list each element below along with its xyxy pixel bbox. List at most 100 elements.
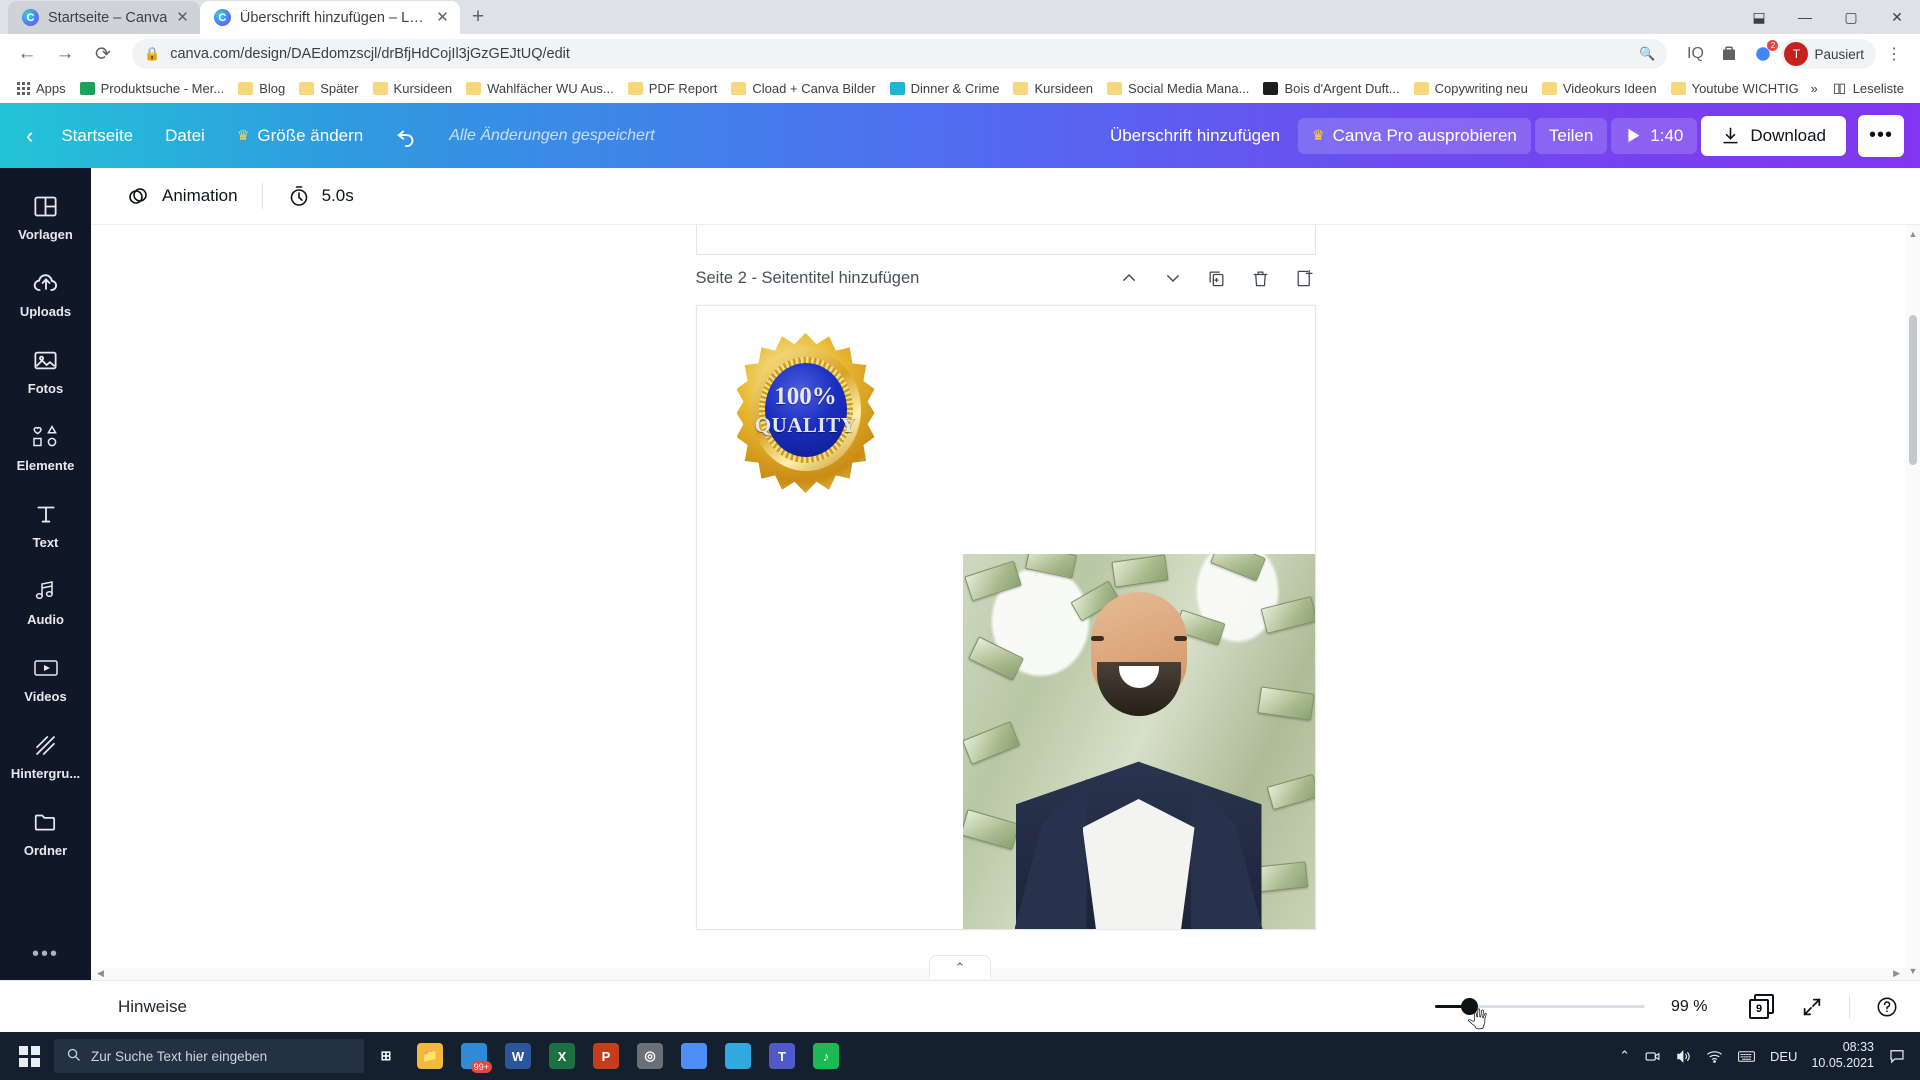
language-indicator[interactable]: DEU [1770, 1049, 1797, 1064]
collapse-notes-panel-button[interactable]: ⌃ [929, 955, 991, 979]
taskbar-app-store[interactable]: 99+ [452, 1032, 496, 1080]
add-page-icon[interactable] [1294, 267, 1316, 289]
taskbar-app-teams[interactable]: T [760, 1032, 804, 1080]
play-preview-button[interactable]: 1:40 [1611, 117, 1698, 154]
scroll-left-icon[interactable]: ◀ [97, 968, 104, 979]
page-canvas-2[interactable]: 100% QUALITY [695, 305, 1316, 930]
sidebar-item-text[interactable]: Text [0, 486, 91, 561]
quality-badge[interactable]: 100% QUALITY [736, 333, 875, 493]
horizontal-scrollbar[interactable]: ◀ ▶ [91, 968, 1906, 980]
sidebar-item-ordner[interactable]: Ordner [0, 794, 91, 869]
bookmark-item[interactable]: Youtube WICHTIG [1664, 78, 1806, 99]
header-resize-button[interactable]: ♛ Größe ändern [223, 118, 377, 154]
taskbar-search-input[interactable]: Zur Suche Text hier eingeben [54, 1039, 364, 1073]
taskbar-app-word[interactable]: W [496, 1032, 540, 1080]
bookmark-item[interactable]: Wahlfächer WU Aus... [459, 78, 621, 99]
bookmark-item[interactable]: PDF Report [621, 78, 725, 99]
restore-icon[interactable]: ⬓ [1736, 0, 1782, 34]
move-page-up-icon[interactable] [1118, 267, 1140, 289]
bookmark-item[interactable]: Kursideen [1006, 78, 1100, 99]
search-plus-icon[interactable]: 🔍 [1639, 46, 1655, 62]
browser-tab-0[interactable]: C Startseite – Canva ✕ [8, 1, 200, 34]
download-button[interactable]: Download [1701, 115, 1846, 156]
camera-icon[interactable] [1644, 1048, 1661, 1065]
bookmark-item[interactable]: Social Media Mana... [1100, 78, 1256, 99]
taskbar-app-powerpoint[interactable]: P [584, 1032, 628, 1080]
taskbar-app-excel[interactable]: X [540, 1032, 584, 1080]
scroll-right-icon[interactable]: ▶ [1893, 968, 1900, 979]
sidebar-item-vorlagen[interactable]: Vorlagen [0, 178, 91, 253]
keyboard-icon[interactable] [1737, 1047, 1756, 1066]
taskbar-app-spotify[interactable]: ♪ [804, 1032, 848, 1080]
canvas-area[interactable]: Seite 2 - Seitentitel hinzufügen 100% QU… [91, 225, 1920, 980]
previous-page-card[interactable] [695, 225, 1316, 255]
close-icon[interactable]: ✕ [1874, 0, 1920, 34]
browser-tab-1[interactable]: C Überschrift hinzufügen – Logo ✕ [199, 1, 460, 34]
page-manager-button[interactable]: 9 [1749, 993, 1775, 1020]
page-title[interactable]: Seite 2 - Seitentitel hinzufügen [696, 269, 920, 288]
bookmark-item[interactable]: Später [292, 78, 365, 99]
try-canva-pro-button[interactable]: ♛ Canva Pro ausprobieren [1298, 117, 1531, 154]
notes-label[interactable]: Hinweise [118, 997, 187, 1017]
undo-icon[interactable] [381, 117, 431, 155]
iq-extension-icon[interactable]: IQ [1679, 38, 1711, 70]
bookmark-item[interactable]: Produktsuche - Mer... [73, 78, 232, 99]
share-button[interactable]: Teilen [1534, 117, 1608, 154]
sidebar-more-button[interactable]: ••• [32, 943, 59, 966]
maximize-icon[interactable]: ▢ [1828, 0, 1874, 34]
notification-icon[interactable] [1888, 1047, 1906, 1065]
sidebar-item-elemente[interactable]: Elemente [0, 409, 91, 484]
sidebar-item-hintergru[interactable]: Hintergru... [0, 717, 91, 792]
address-bar[interactable]: 🔒 canva.com/design/DAEdomzscjl/drBfjHdCo… [132, 39, 1668, 69]
scroll-up-icon[interactable]: ▲ [1908, 229, 1918, 239]
delete-page-icon[interactable] [1250, 267, 1272, 289]
clock[interactable]: 08:33 10.05.2021 [1811, 1040, 1874, 1071]
new-tab-button[interactable]: + [472, 5, 484, 29]
duration-button[interactable]: 5.0s [273, 175, 368, 217]
back-icon[interactable]: ‹ [16, 117, 43, 155]
wifi-icon[interactable] [1706, 1048, 1723, 1065]
fullscreen-icon[interactable] [1801, 996, 1823, 1018]
extension-icon[interactable] [1713, 38, 1745, 70]
extension-badge-icon[interactable]: 2 [1747, 38, 1779, 70]
bookmark-item[interactable]: Copywriting neu [1407, 78, 1535, 99]
bookmarks-overflow-icon[interactable]: » [1810, 81, 1817, 96]
sidebar-item-videos[interactable]: Videos [0, 640, 91, 715]
bookmark-item[interactable]: Apps [10, 78, 73, 99]
taskbar-app-media[interactable]: ◎ [628, 1032, 672, 1080]
bookmark-item[interactable]: Bois d'Argent Duft... [1256, 78, 1406, 99]
start-button[interactable] [4, 1032, 54, 1080]
taskbar-app-task-view[interactable]: ⊞ [364, 1032, 408, 1080]
bookmark-item[interactable]: Dinner & Crime [883, 78, 1007, 99]
close-icon[interactable]: ✕ [176, 10, 189, 25]
scroll-down-icon[interactable]: ▼ [1908, 966, 1918, 976]
taskbar-app-chrome[interactable] [672, 1032, 716, 1080]
money-man-photo[interactable] [962, 554, 1315, 929]
reading-list-button[interactable]: Leseliste [1832, 81, 1904, 96]
close-icon[interactable]: ✕ [436, 10, 449, 25]
sidebar-item-fotos[interactable]: Fotos [0, 332, 91, 407]
animation-button[interactable]: Animation [113, 175, 252, 217]
bookmark-item[interactable]: Videokurs Ideen [1535, 78, 1664, 99]
minimize-icon[interactable]: — [1782, 0, 1828, 34]
header-more-button[interactable]: ••• [1858, 114, 1904, 157]
help-icon[interactable] [1876, 996, 1898, 1018]
bookmark-item[interactable]: Cload + Canva Bilder [724, 78, 882, 99]
header-home-button[interactable]: Startseite [47, 118, 147, 154]
header-file-menu[interactable]: Datei [151, 118, 219, 154]
taskbar-app-explorer[interactable]: 📁 [408, 1032, 452, 1080]
vertical-scrollbar[interactable]: ▲ ▼ [1906, 225, 1920, 980]
vertical-scroll-thumb[interactable] [1909, 315, 1917, 465]
sidebar-item-audio[interactable]: Audio [0, 563, 91, 638]
taskbar-app-edge[interactable] [716, 1032, 760, 1080]
bookmark-item[interactable]: Blog [231, 78, 292, 99]
sidebar-item-uploads[interactable]: Uploads [0, 255, 91, 330]
reload-icon[interactable]: ⟳ [86, 37, 120, 71]
duplicate-page-icon[interactable] [1206, 267, 1228, 289]
forward-icon[interactable]: → [48, 37, 82, 71]
bookmark-item[interactable]: Kursideen [366, 78, 460, 99]
move-page-down-icon[interactable] [1162, 267, 1184, 289]
add-heading-button[interactable]: Überschrift hinzufügen [1096, 118, 1294, 154]
browser-menu-icon[interactable]: ⋮ [1878, 38, 1910, 70]
tray-expand-icon[interactable]: ⌃ [1619, 1048, 1630, 1064]
